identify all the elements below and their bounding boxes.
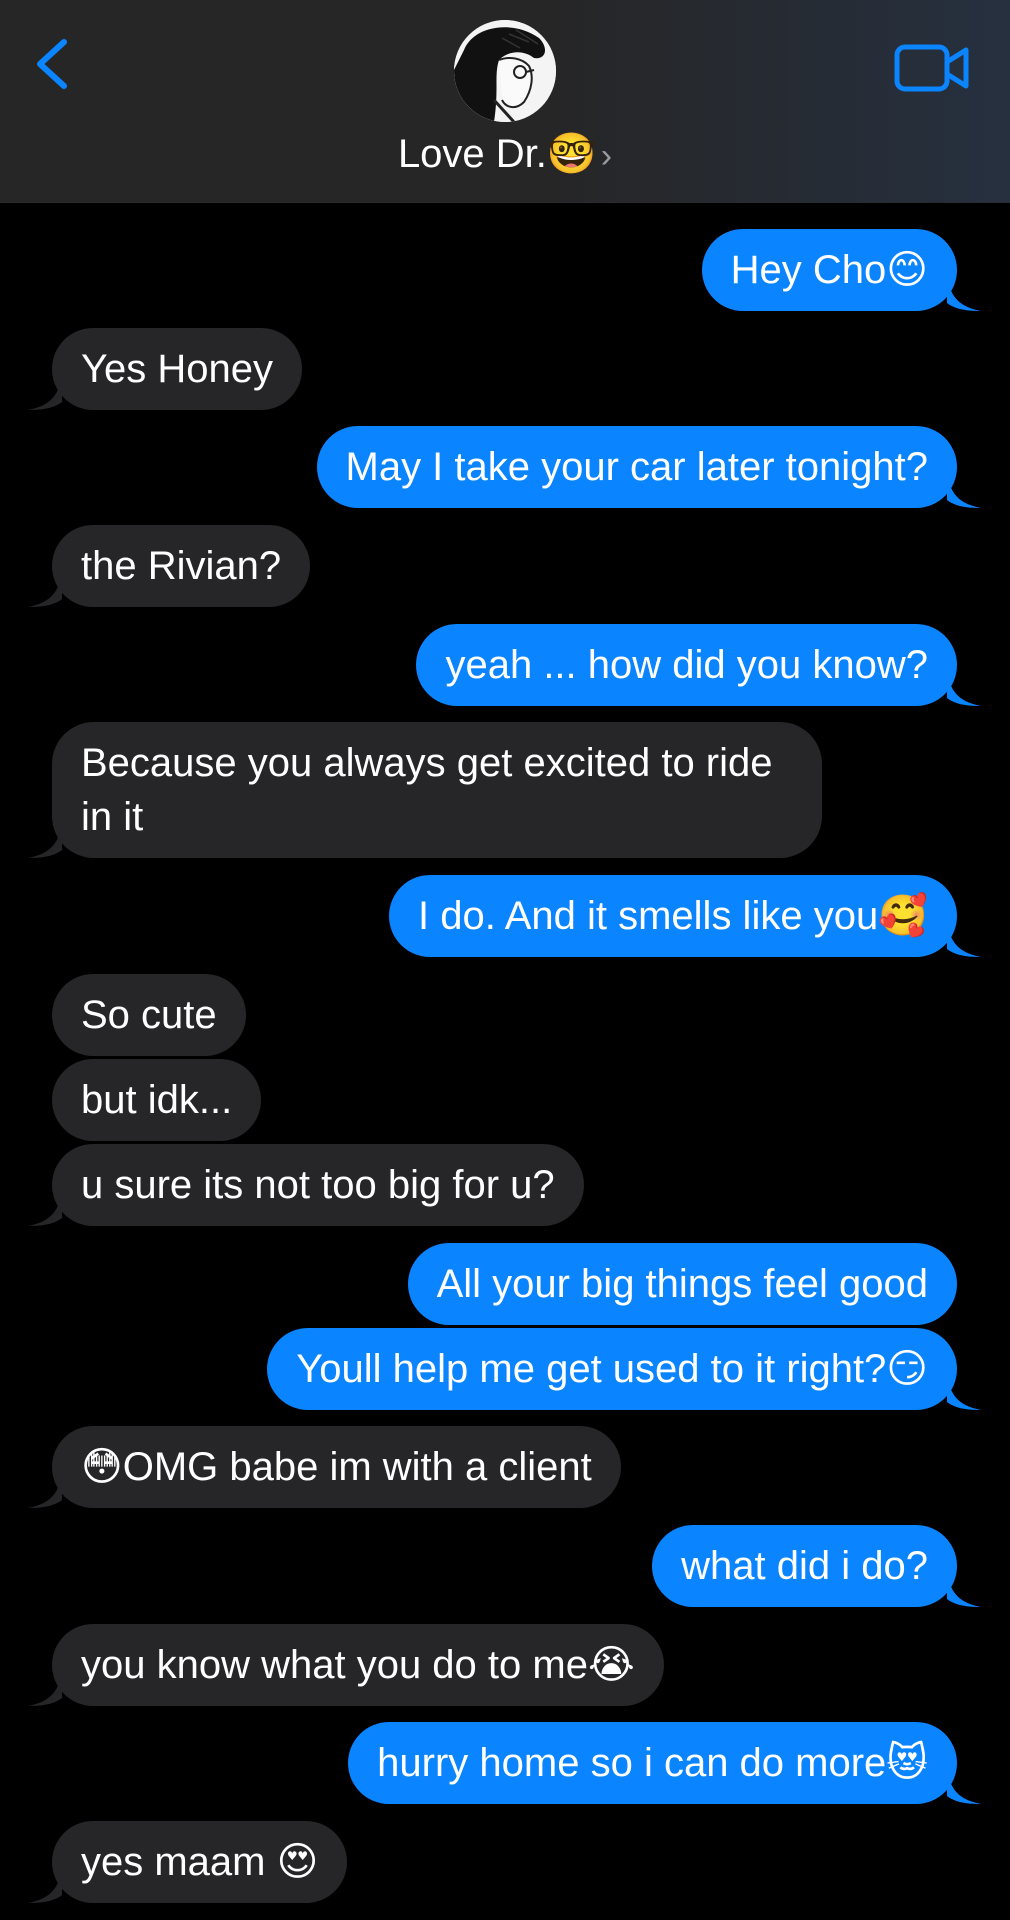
message-text: what did i do? xyxy=(681,1544,928,1588)
bubble-tail xyxy=(28,1672,62,1706)
received-message-bubble[interactable]: you know what you do to me😭 xyxy=(28,1624,664,1706)
message-text: u sure its not too big for u? xyxy=(81,1163,555,1207)
received-message-bubble[interactable]: Yes Honey xyxy=(28,328,302,410)
message-text: So cute xyxy=(81,993,217,1037)
message-text: Youll help me get used to it right?😏 xyxy=(296,1347,928,1391)
bubble-tail xyxy=(947,672,981,706)
bubble-tail xyxy=(947,1770,981,1804)
message-text: the Rivian? xyxy=(81,544,282,588)
bubble-tail xyxy=(947,474,981,508)
bubble-tail xyxy=(28,573,62,607)
bubble-tail xyxy=(28,1192,62,1226)
message-text: Because you always get excited to ride i… xyxy=(81,741,773,839)
sent-message-bubble[interactable]: I do. And it smells like you🥰 xyxy=(388,875,981,957)
sent-message-bubble[interactable]: All your big things feel good xyxy=(407,1243,957,1325)
bubble-tail xyxy=(947,1573,981,1607)
sent-message-bubble[interactable]: hurry home so i can do more😻 xyxy=(348,1722,981,1804)
received-message-bubble[interactable]: So cute xyxy=(52,974,246,1056)
message-text: All your big things feel good xyxy=(436,1262,928,1306)
message-text: hurry home so i can do more😻 xyxy=(377,1741,928,1785)
message-text: yeah ... how did you know? xyxy=(445,643,928,687)
bubble-tail xyxy=(947,277,981,311)
message-text: yes maam 😍 xyxy=(81,1840,319,1884)
message-text: 😳OMG babe im with a client xyxy=(81,1445,592,1489)
received-message-bubble[interactable]: u sure its not too big for u? xyxy=(28,1144,584,1226)
message-text: Hey Cho😊 xyxy=(730,248,928,292)
received-message-bubble[interactable]: yes maam 😍 xyxy=(28,1821,348,1903)
bubble-tail xyxy=(947,1376,981,1410)
sent-message-bubble[interactable]: what did i do? xyxy=(652,1525,981,1607)
received-message-bubble[interactable]: but idk... xyxy=(52,1059,262,1141)
bubble-tail xyxy=(28,824,62,858)
received-message-bubble[interactable]: 😳OMG babe im with a client xyxy=(28,1426,621,1508)
received-message-bubble[interactable]: Because you always get excited to ride i… xyxy=(28,722,822,858)
bubble-tail xyxy=(947,923,981,957)
message-text: May I take your car later tonight? xyxy=(345,445,929,489)
sent-message-bubble[interactable]: May I take your car later tonight? xyxy=(316,426,981,508)
message-text: Yes Honey xyxy=(81,347,273,391)
received-message-bubble[interactable]: the Rivian? xyxy=(28,525,311,607)
message-text: you know what you do to me😭 xyxy=(81,1643,635,1687)
sent-message-bubble[interactable]: yeah ... how did you know? xyxy=(416,624,981,706)
bubble-tail xyxy=(28,1474,62,1508)
sent-message-bubble[interactable]: Youll help me get used to it right?😏 xyxy=(267,1328,981,1410)
bubble-tail xyxy=(28,1869,62,1903)
message-thread: Hey Cho😊 Yes Honey May I take your car l… xyxy=(0,0,1010,1920)
message-text: I do. And it smells like you🥰 xyxy=(417,894,928,938)
message-text: but idk... xyxy=(81,1078,233,1122)
sent-message-bubble[interactable]: Hey Cho😊 xyxy=(701,229,981,311)
bubble-tail xyxy=(28,376,62,410)
